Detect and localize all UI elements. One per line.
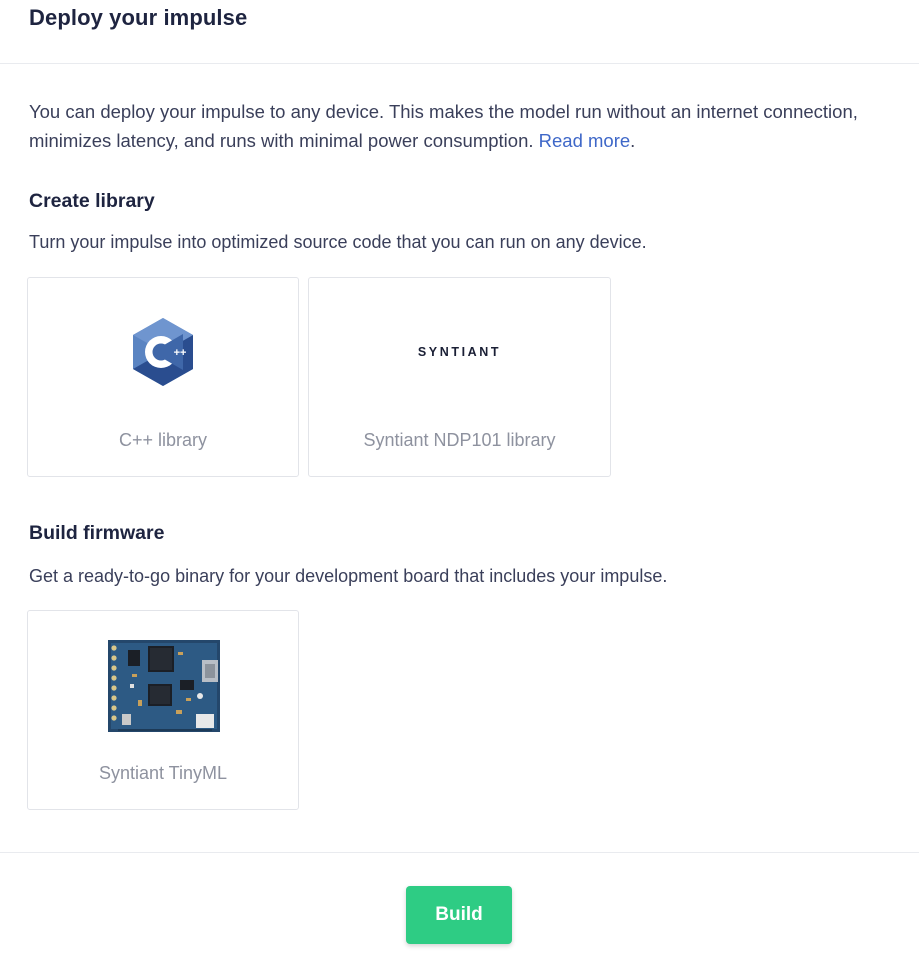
syntiant-tinyml-card[interactable]: Syntiant TinyML: [27, 610, 299, 810]
intro-text: You can deploy your impulse to any devic…: [29, 98, 889, 155]
cpp-library-label: C++ library: [118, 430, 208, 450]
syntiant-ndp101-library-label: Syntiant NDP101 library: [363, 430, 556, 450]
footer-divider: [0, 852, 919, 853]
build-button[interactable]: Build: [406, 886, 512, 944]
read-more-link[interactable]: Read more: [539, 130, 631, 151]
create-library-description: Turn your impulse into optimized source …: [29, 232, 647, 252]
circuit-board-image: [108, 640, 220, 732]
intro-suffix: .: [630, 129, 636, 151]
build-firmware-description: Get a ready-to-go binary for your develo…: [29, 566, 668, 586]
build-firmware-title: Build firmware: [29, 522, 165, 544]
page-title: Deploy your impulse: [29, 5, 248, 30]
syntiant-logo: SYNTIANT: [417, 345, 502, 359]
syntiant-ndp101-library-card[interactable]: SYNTIANT Syntiant NDP101 library: [308, 277, 611, 477]
cpp-logo-icon: ++: [133, 318, 193, 386]
page-header: Deploy your impulse: [0, 0, 919, 64]
cpp-library-card[interactable]: ++ C++ library: [27, 277, 299, 477]
create-library-title: Create library: [29, 190, 155, 212]
syntiant-tinyml-label: Syntiant TinyML: [98, 763, 228, 783]
svg-text:++: ++: [174, 347, 187, 359]
intro-body: You can deploy your impulse to any devic…: [29, 101, 858, 151]
